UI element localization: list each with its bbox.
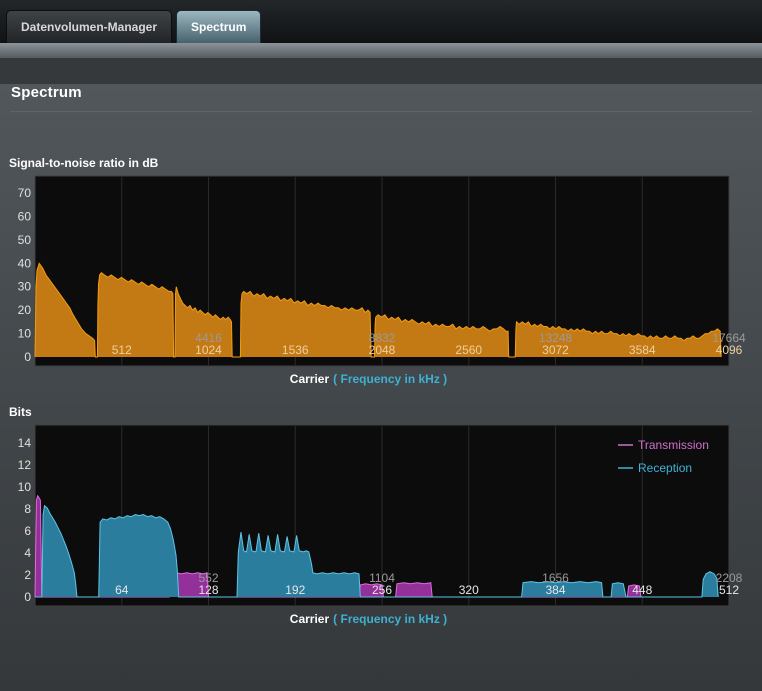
svg-text:30: 30: [18, 280, 32, 294]
svg-text:448: 448: [632, 583, 652, 597]
header-gradient-band: [0, 43, 762, 58]
bits-chart-caption: Carrier( Frequency in kHz ): [8, 612, 729, 627]
svg-text:0: 0: [24, 590, 31, 604]
snr-chart-caption: Carrier( Frequency in kHz ): [8, 372, 729, 387]
svg-text:Transmission: Transmission: [638, 438, 709, 452]
bits-caption-carrier: Carrier: [289, 612, 330, 626]
page-title-wrap: Spectrum: [10, 84, 752, 112]
svg-text:320: 320: [459, 583, 479, 597]
svg-text:17664: 17664: [712, 331, 746, 345]
svg-text:10: 10: [18, 327, 32, 341]
svg-text:12: 12: [18, 458, 32, 472]
svg-text:40: 40: [18, 256, 32, 270]
svg-text:1656: 1656: [542, 571, 569, 585]
svg-text:3584: 3584: [629, 343, 656, 357]
svg-text:128: 128: [198, 583, 218, 597]
svg-text:2560: 2560: [455, 343, 482, 357]
svg-text:552: 552: [198, 571, 218, 585]
tab-datenvolumen-manager[interactable]: Datenvolumen-Manager: [6, 10, 173, 43]
svg-text:50: 50: [18, 233, 32, 247]
svg-text:4416: 4416: [195, 331, 222, 345]
page-title: Spectrum: [11, 84, 82, 101]
tab-bar: Datenvolumen-Manager Spectrum: [0, 0, 762, 43]
svg-text:70: 70: [18, 186, 32, 200]
bits-chart-title: Bits: [9, 405, 32, 419]
svg-text:6: 6: [24, 524, 31, 538]
svg-text:64: 64: [115, 583, 129, 597]
svg-text:2208: 2208: [716, 571, 743, 585]
svg-text:2048: 2048: [369, 343, 396, 357]
svg-text:2: 2: [24, 568, 31, 582]
snr-caption-frequency: ( Frequency in kHz ): [333, 372, 448, 386]
svg-text:4: 4: [24, 546, 31, 560]
bits-caption-frequency: ( Frequency in kHz ): [333, 612, 448, 626]
svg-text:1104: 1104: [369, 571, 395, 585]
svg-text:1024: 1024: [195, 343, 222, 357]
svg-text:60: 60: [18, 209, 32, 223]
svg-text:384: 384: [545, 583, 565, 597]
bits-chart: 0 2 4 6 8 10 12 14 64 128552 192 2561104 320 3841656 4…: [18, 424, 743, 607]
svg-text:4096: 4096: [716, 343, 743, 357]
svg-text:14: 14: [18, 436, 32, 450]
tab-spectrum[interactable]: Spectrum: [176, 10, 262, 43]
snr-chart-title: Signal-to-noise ratio in dB: [9, 156, 159, 170]
svg-text:8832: 8832: [369, 331, 396, 345]
svg-text:Reception: Reception: [638, 461, 692, 475]
svg-text:0: 0: [24, 350, 31, 364]
svg-text:512: 512: [112, 343, 132, 357]
svg-text:8: 8: [24, 502, 31, 516]
bits-chart-block: Bits 0 2 4 6 8 10 12 14 64 128 552 192 256 1104 320 384…: [8, 387, 743, 627]
svg-text:192: 192: [285, 583, 305, 597]
svg-text:13248: 13248: [539, 331, 573, 345]
snr-chart-block: Signal-to-noise ratio in dB 0 10 20 30 40 50 6…: [8, 112, 746, 387]
svg-text:3072: 3072: [542, 343, 569, 357]
svg-text:512: 512: [719, 583, 739, 597]
svg-text:10: 10: [18, 480, 32, 494]
snr-caption-carrier: Carrier: [289, 372, 330, 386]
page-content: Spectrum Signal-to-noise ratio in dB 0 10…: [0, 84, 762, 691]
snr-chart: 0 10 20 30 40 50 60 70 512 10244416 1536 20488832 25…: [18, 175, 746, 367]
svg-text:20: 20: [18, 303, 32, 317]
svg-text:1536: 1536: [282, 343, 309, 357]
svg-text:256: 256: [372, 583, 392, 597]
